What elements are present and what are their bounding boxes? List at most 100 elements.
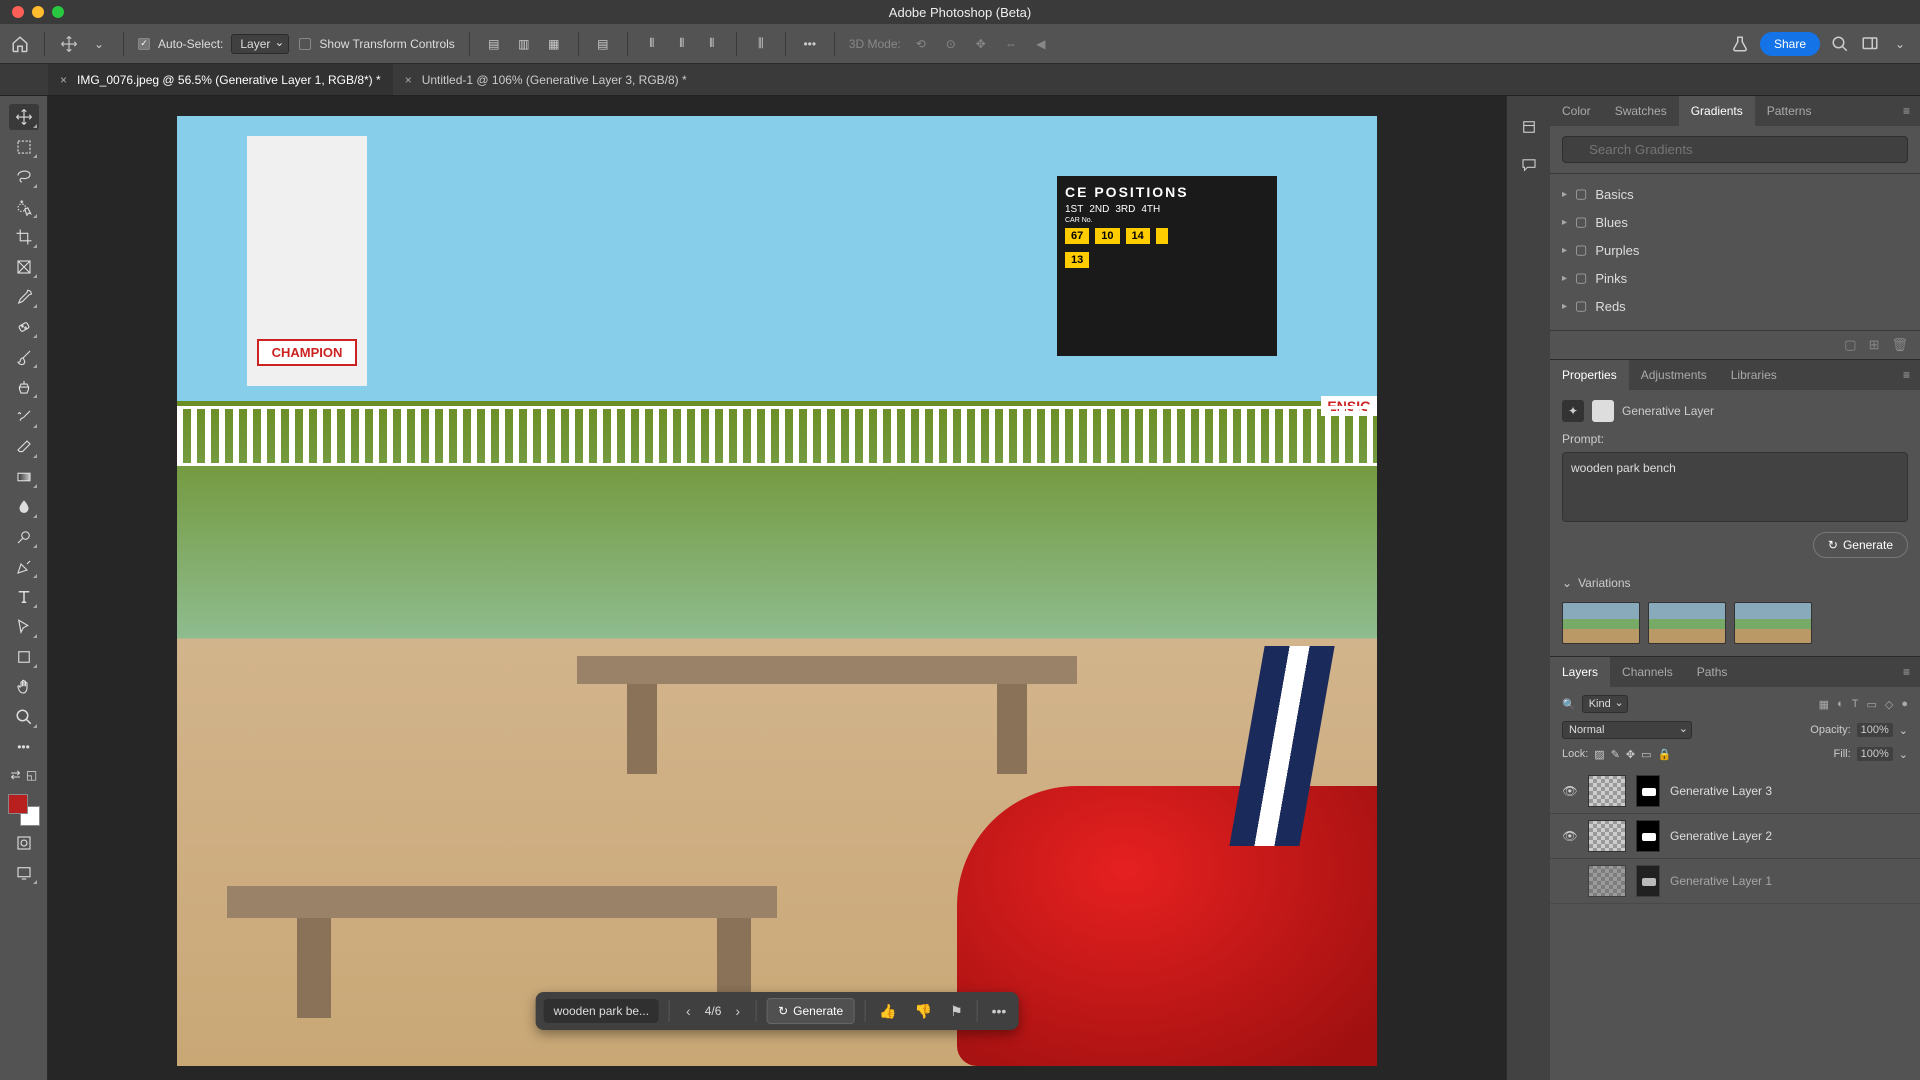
- lock-all-icon[interactable]: 🔒: [1658, 748, 1672, 761]
- close-window-button[interactable]: [12, 6, 24, 18]
- document-tab-2[interactable]: × Untitled-1 @ 106% (Generative Layer 3,…: [393, 64, 699, 95]
- save-folder-icon[interactable]: ▢: [1844, 337, 1856, 353]
- panel-menu-icon[interactable]: ≡: [1893, 657, 1920, 687]
- layer-thumbnail[interactable]: [1588, 775, 1626, 807]
- eraser-tool[interactable]: [9, 434, 39, 460]
- variations-header[interactable]: ⌄ Variations: [1550, 570, 1920, 596]
- blur-tool[interactable]: [9, 494, 39, 520]
- quick-mask-icon[interactable]: [9, 830, 39, 856]
- filter-type-icon[interactable]: T: [1852, 698, 1859, 711]
- show-transform-checkbox[interactable]: [299, 38, 311, 50]
- prompt-preview[interactable]: wooden park be...: [544, 999, 659, 1023]
- panel-icon[interactable]: [1518, 116, 1540, 138]
- chevron-down-icon[interactable]: ⌄: [1899, 724, 1908, 737]
- auto-select-checkbox[interactable]: [138, 38, 150, 50]
- layer-thumbnail[interactable]: [1588, 820, 1626, 852]
- comments-icon[interactable]: [1518, 154, 1540, 176]
- variation-thumbnail[interactable]: [1562, 602, 1640, 644]
- document-canvas[interactable]: CHAMPION CE POSITIONS 1ST 2ND 3RD 4TH CA…: [177, 116, 1377, 1066]
- align-center-h-icon[interactable]: ▥: [514, 34, 534, 54]
- history-brush-tool[interactable]: [9, 404, 39, 430]
- mask-icon[interactable]: [1592, 400, 1614, 422]
- edit-toolbar-icon[interactable]: •••: [9, 734, 39, 760]
- new-gradient-icon[interactable]: ⊞: [1869, 337, 1880, 353]
- layer-row[interactable]: Generative Layer 1: [1550, 859, 1920, 904]
- lock-artboard-icon[interactable]: ▭: [1641, 748, 1651, 761]
- opacity-value[interactable]: 100%: [1857, 723, 1893, 737]
- filter-kind-select[interactable]: Kind: [1582, 695, 1628, 713]
- lock-pixels-icon[interactable]: ✎: [1611, 748, 1620, 761]
- marquee-tool[interactable]: [9, 134, 39, 160]
- move-tool-icon[interactable]: [59, 34, 79, 54]
- layer-mask-thumbnail[interactable]: [1636, 820, 1660, 852]
- swap-colors-icon[interactable]: ⇄: [9, 768, 23, 782]
- shape-tool[interactable]: [9, 644, 39, 670]
- tab-paths[interactable]: Paths: [1685, 657, 1740, 687]
- delete-icon[interactable]: 🗑: [1891, 337, 1908, 353]
- panel-menu-icon[interactable]: ≡: [1893, 360, 1920, 390]
- hand-tool[interactable]: [9, 674, 39, 700]
- healing-tool[interactable]: [9, 314, 39, 340]
- distribute-top-icon[interactable]: ⫴: [642, 34, 662, 54]
- filter-adjust-icon[interactable]: ◐: [1837, 698, 1844, 711]
- tab-properties[interactable]: Properties: [1550, 360, 1629, 390]
- layer-name[interactable]: Generative Layer 2: [1670, 829, 1772, 843]
- gradient-group[interactable]: ▸▢Blues: [1562, 208, 1908, 236]
- align-top-icon[interactable]: ▤: [593, 34, 613, 54]
- panel-menu-icon[interactable]: ≡: [1893, 96, 1920, 126]
- layer-mask-thumbnail[interactable]: [1636, 865, 1660, 897]
- align-left-icon[interactable]: ▤: [484, 34, 504, 54]
- tab-color[interactable]: Color: [1550, 96, 1603, 126]
- tab-gradients[interactable]: Gradients: [1679, 96, 1755, 126]
- tab-swatches[interactable]: Swatches: [1603, 96, 1679, 126]
- brush-tool[interactable]: [9, 344, 39, 370]
- tab-channels[interactable]: Channels: [1610, 657, 1685, 687]
- filter-toggle-icon[interactable]: ●: [1901, 698, 1908, 711]
- search-gradients-input[interactable]: [1562, 136, 1908, 163]
- eyedropper-tool[interactable]: [9, 284, 39, 310]
- layer-thumbnail[interactable]: [1588, 865, 1626, 897]
- prompt-textarea[interactable]: wooden park bench: [1562, 452, 1908, 522]
- pen-tool[interactable]: [9, 554, 39, 580]
- lasso-tool[interactable]: [9, 164, 39, 190]
- blend-mode-select[interactable]: Normal: [1562, 721, 1692, 739]
- layer-mask-thumbnail[interactable]: [1636, 775, 1660, 807]
- move-tool[interactable]: [9, 104, 39, 130]
- tab-libraries[interactable]: Libraries: [1719, 360, 1789, 390]
- screen-mode-icon[interactable]: [9, 860, 39, 886]
- generate-button[interactable]: ↻ Generate: [767, 998, 854, 1024]
- home-icon[interactable]: [10, 34, 30, 54]
- variation-thumbnail[interactable]: [1648, 602, 1726, 644]
- fill-value[interactable]: 100%: [1857, 747, 1893, 761]
- auto-select-target-select[interactable]: Layer: [231, 34, 289, 54]
- prev-variation-button[interactable]: ‹: [680, 1001, 697, 1021]
- layer-name[interactable]: Generative Layer 1: [1670, 874, 1772, 888]
- align-right-icon[interactable]: ▦: [544, 34, 564, 54]
- filter-smart-icon[interactable]: ◇: [1885, 698, 1893, 711]
- document-tab-1[interactable]: × IMG_0076.jpeg @ 56.5% (Generative Laye…: [48, 64, 393, 95]
- gradients-list[interactable]: ▸▢Basics ▸▢Blues ▸▢Purples ▸▢Pinks ▸▢Red…: [1550, 174, 1920, 330]
- close-tab-icon[interactable]: ×: [405, 73, 412, 87]
- more-options-icon[interactable]: •••: [800, 34, 820, 54]
- beaker-icon[interactable]: [1730, 34, 1750, 54]
- gradient-group[interactable]: ▸▢Purples: [1562, 236, 1908, 264]
- layer-row[interactable]: 👁 Generative Layer 2: [1550, 814, 1920, 859]
- filter-shape-icon[interactable]: ▭: [1866, 698, 1876, 711]
- workspace-dropdown[interactable]: ⌄: [1890, 34, 1910, 54]
- thumbs-down-icon[interactable]: 👎: [911, 999, 936, 1024]
- search-icon[interactable]: 🔍: [1562, 698, 1576, 711]
- color-swatches[interactable]: [8, 794, 40, 826]
- gradient-tool[interactable]: [9, 464, 39, 490]
- layer-name[interactable]: Generative Layer 3: [1670, 784, 1772, 798]
- gradient-group[interactable]: ▸▢Pinks: [1562, 264, 1908, 292]
- close-tab-icon[interactable]: ×: [60, 73, 67, 87]
- type-tool[interactable]: [9, 584, 39, 610]
- frame-tool[interactable]: [9, 254, 39, 280]
- filter-pixel-icon[interactable]: ▦: [1819, 698, 1829, 711]
- layer-row[interactable]: 👁 Generative Layer 3: [1550, 769, 1920, 814]
- distribute-vcenter-icon[interactable]: ⫴: [672, 34, 692, 54]
- generate-button[interactable]: ↻ Generate: [1813, 532, 1908, 558]
- distribute-bottom-icon[interactable]: ⫴: [702, 34, 722, 54]
- dodge-tool[interactable]: [9, 524, 39, 550]
- workspace-icon[interactable]: [1860, 34, 1880, 54]
